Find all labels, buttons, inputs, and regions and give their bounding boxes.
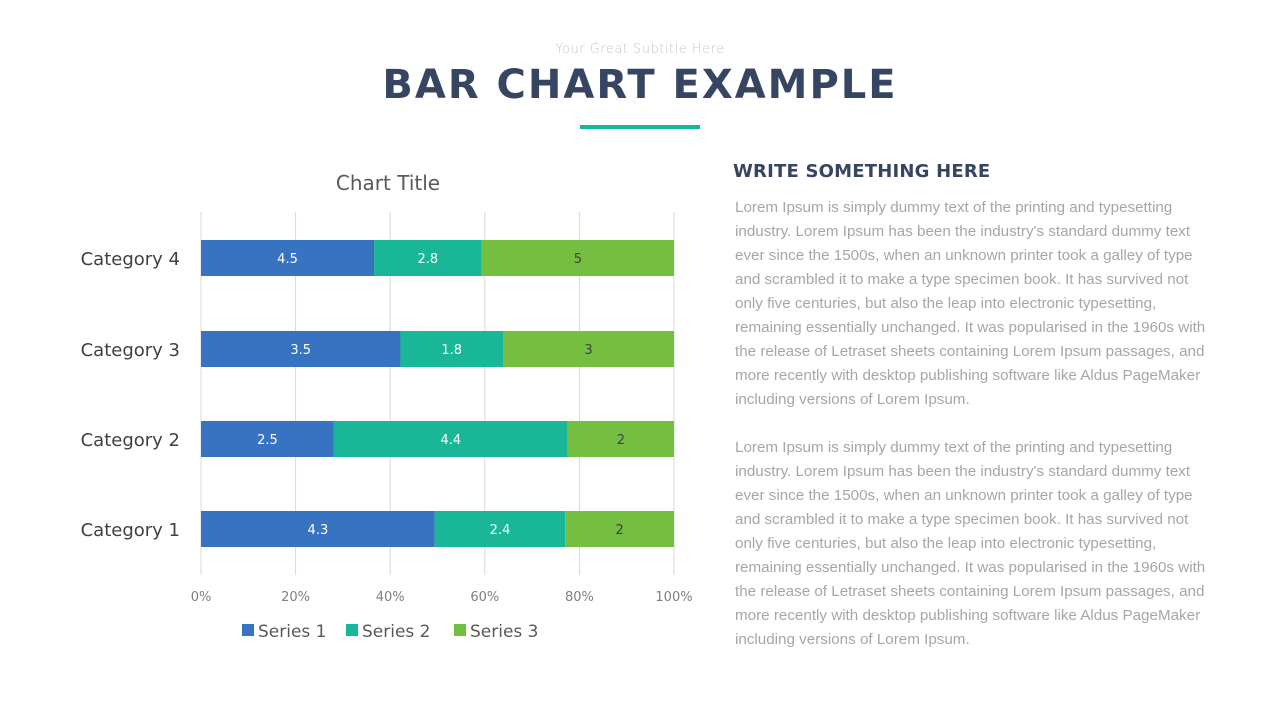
legend-label: Series 2	[362, 622, 431, 642]
data-label: 2.8	[418, 252, 439, 267]
data-label: 4.4	[440, 433, 461, 448]
data-label: 2.4	[490, 523, 511, 538]
chart-bars: 4.3 2.4 2 2.5 4.4 2 3.5 1.8 3 4.5 2.8 5	[201, 240, 674, 547]
legend-swatch	[454, 624, 466, 636]
side-heading: WRITE SOMETHING HERE	[733, 161, 991, 182]
legend-label: Series 1	[258, 622, 327, 642]
data-label: 2	[617, 433, 625, 448]
data-label: 2	[615, 523, 623, 538]
category-label: Category 4	[81, 249, 180, 270]
value-axis: 0% 20% 40% 60% 80% 100%	[191, 590, 693, 605]
legend-swatch	[346, 624, 358, 636]
x-tick-label: 20%	[281, 590, 310, 605]
data-label: 4.5	[277, 252, 298, 267]
data-label: 3.5	[290, 343, 311, 358]
chart-legend: Series 1 Series 2 Series 3	[242, 622, 539, 642]
data-label: 2.5	[257, 433, 278, 448]
category-label: Category 3	[81, 340, 180, 361]
x-tick-label: 100%	[655, 590, 692, 605]
data-label: 3	[584, 343, 592, 358]
x-tick-label: 80%	[565, 590, 594, 605]
data-label: 1.8	[441, 343, 462, 358]
category-axis: Category 1 Category 2 Category 3 Category 4	[81, 249, 180, 541]
stacked-bar-chart: Chart Title 4.3 2.4 2 2.5 4.4 2 3.5 1.8 3 4.5 2.8 5…	[81, 171, 693, 642]
data-label: 4.3	[308, 523, 329, 538]
x-tick-label: 0%	[191, 590, 212, 605]
x-tick-label: 60%	[470, 590, 499, 605]
body-paragraph-2: Lorem Ipsum is simply dummy text of the …	[735, 439, 1206, 648]
data-label: 5	[574, 252, 582, 267]
chart-title: Chart Title	[336, 171, 440, 195]
legend-label: Series 3	[470, 622, 539, 642]
legend-swatch	[242, 624, 254, 636]
x-tick-label: 40%	[376, 590, 405, 605]
category-label: Category 1	[81, 520, 180, 541]
category-label: Category 2	[81, 430, 180, 451]
body-paragraph-1: Lorem Ipsum is simply dummy text of the …	[735, 199, 1206, 408]
